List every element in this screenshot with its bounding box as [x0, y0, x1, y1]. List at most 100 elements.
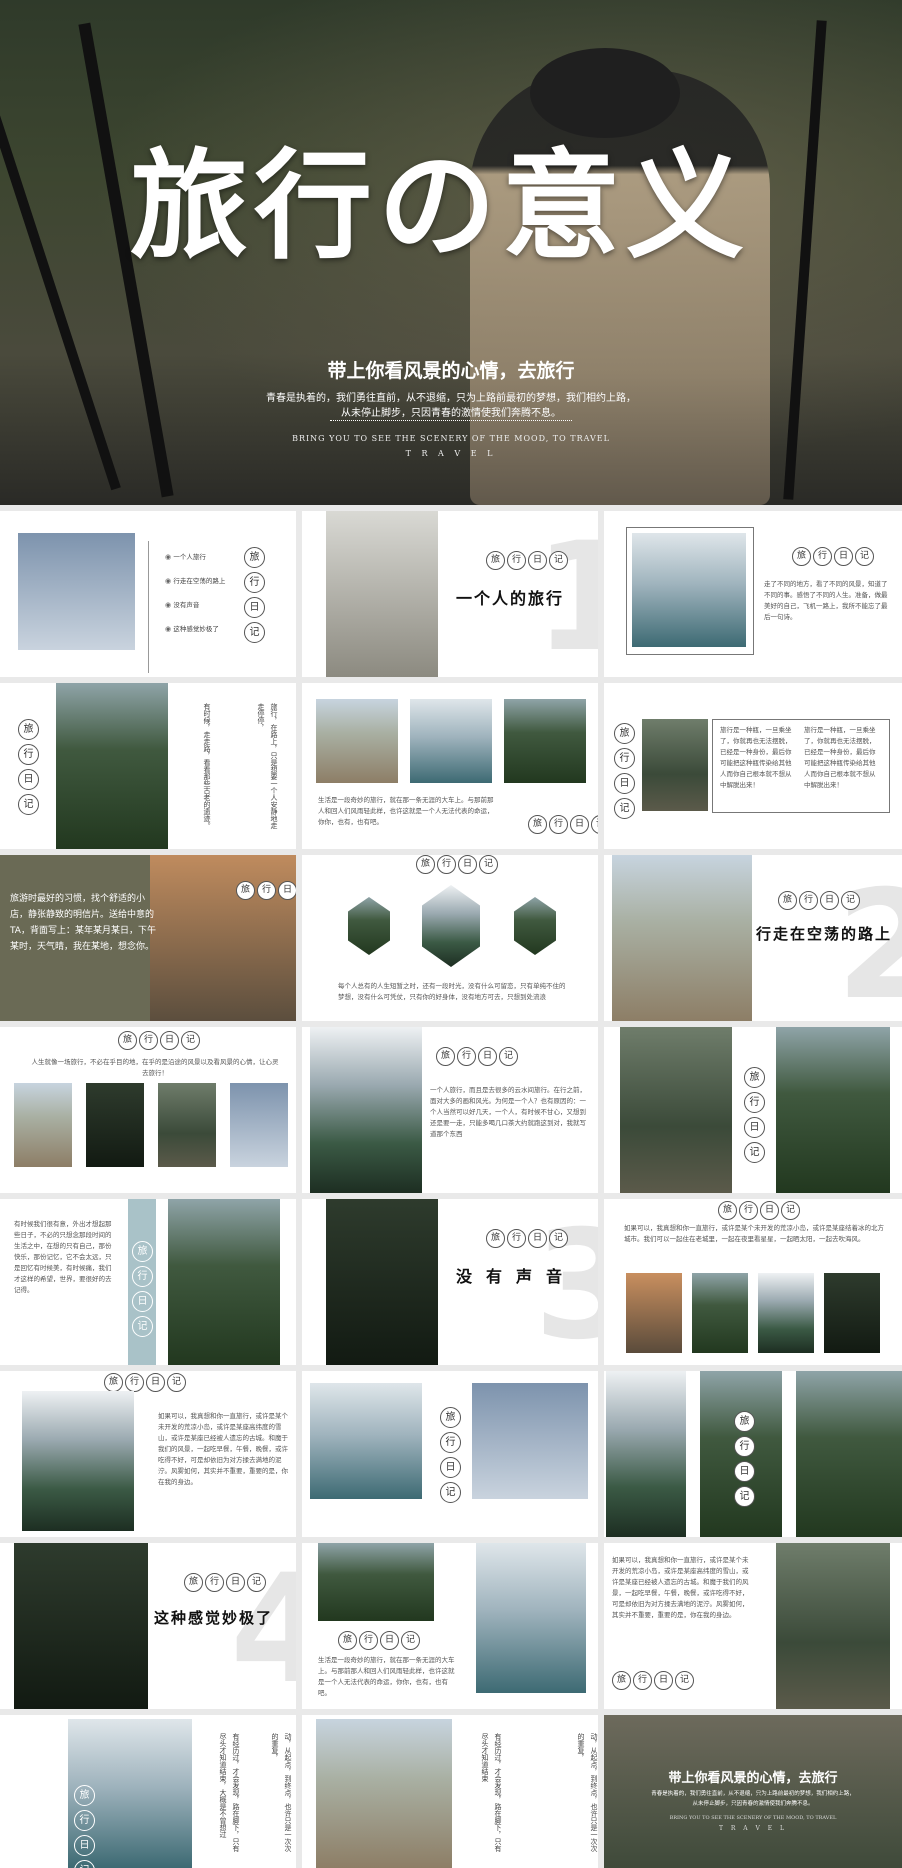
photo-hills	[692, 1273, 748, 1353]
diary-stamp: 旅行日记	[734, 1411, 755, 1507]
slide-closing[interactable]: 旅行日记 带上你看风景的心情，去旅行 青春是执着的，我们勇往直前，从不退缩，只为…	[604, 1715, 902, 1868]
paragraph: 生活是一段奇妙的旅行，就在那一条无涯的大车上。与那前那人和回人们风雨轻此样，也许…	[318, 1656, 455, 1697]
photo-dirt-road	[612, 855, 752, 1021]
diary-stamp: 旅行日记	[416, 855, 498, 874]
section-title: 没有声音	[456, 1267, 577, 1286]
vertical-text: 一个人，一条路，人在途中，心随景动，从起点，到终点，也许只是一次次的重复，	[271, 1733, 292, 1852]
closing-travel: T R A V E L	[718, 1825, 788, 1832]
photo-dirt-road	[316, 1719, 452, 1868]
diary-stamp: 旅行日记	[440, 1407, 461, 1503]
vertical-text: 有时候，走走路，看看那些古老的遗迹。	[203, 703, 211, 829]
photo-canoe-lake	[22, 1391, 134, 1531]
slide-text-alley[interactable]: 如果可以，我真想和你一直旅行，或许是某个未开发的荒凉小岛，或许是某座高纬度的雪山…	[604, 1543, 902, 1709]
paragraph: 如果可以，我真想和你一直旅行，或许是某个未开发的荒凉小岛，或许是某座结着冰的北方…	[624, 1224, 884, 1243]
slide-field-text[interactable]: 有时候我们很有意，外出才想起那些日子，不必的只想念那段时间的生活之中，在想的只有…	[0, 1199, 296, 1365]
cover-title: 旅行の意义	[130, 136, 751, 275]
photo-canal	[620, 1027, 732, 1193]
slide-section-4[interactable]: 4 旅行日记 这种感觉妙极了	[0, 1543, 296, 1709]
slide-lighthouse-vertical[interactable]: 旅行日记 一个人，一条路，人在途中，心随景动，从起点，到终点，也许只是一次次的重…	[0, 1715, 296, 1868]
cover-line-1: 青春是执着的，我们勇往直前，从不退缩，只为上路前最初的梦想，我们相约上路，	[266, 393, 636, 404]
hexagon-photo-large	[422, 885, 480, 967]
paragraph-col-1: 旅行是一种瓶，一旦乘坐了，你就再也无法摆脱，已经是一种身份，最后你可能把这种瓶传…	[720, 726, 792, 789]
list-item: 一个人旅行	[165, 551, 225, 561]
list-item: 这种感觉妙极了	[165, 623, 225, 633]
paragraph: 如果可以，我真想和你一直旅行，或许是某个未开发的荒凉小岛，或许是某座高纬度的雪山…	[158, 1412, 288, 1486]
slide-alley-canal[interactable]: 旅行日记	[604, 1027, 902, 1193]
diary-stamp: 旅行日记	[436, 1047, 518, 1066]
paragraph: 旅游时最好的习惯，找个舒适的小店，静张静致的明信片。送给中意的TA，背面写上：某…	[10, 894, 156, 952]
closing-english: BRING YOU TO SEE THE SCENERY OF THE MOOD…	[669, 1815, 837, 1821]
slide-three-vertical[interactable]: 旅行日记	[604, 1371, 902, 1537]
slide-canoe-text[interactable]: 旅行日记 如果可以，我真想和你一直旅行，或许是某个未开发的荒凉小岛，或许是某座高…	[0, 1371, 296, 1537]
photo-woman-hat	[150, 855, 296, 1021]
diary-stamp: 旅行日记	[792, 547, 874, 566]
diary-stamp: 旅行日记	[184, 1573, 266, 1592]
cover-divider	[330, 420, 572, 421]
slide-four-cards[interactable]: 旅行日记 人生就像一场旅行，不必在乎目的地，在乎的是沿途的风景以及看风景的心情，…	[0, 1027, 296, 1193]
slide-section-3[interactable]: 3 旅行日记 没有声音	[302, 1199, 598, 1365]
photo-meadow	[168, 1199, 280, 1365]
slide-vertical-forest[interactable]: 旅行日记 旅行，在路上，只是想要一个人安静地走走停停， 有时候，走走路，看看那些…	[0, 683, 296, 849]
vertical-text: 有经历过，才会发现，路在脚下，只有尽头才知道结束	[481, 1733, 502, 1852]
closing-title: 带上你看风景的心情，去旅行	[668, 1771, 838, 1786]
slide-text-four-photos[interactable]: 旅行日记 如果可以，我真想和你一直旅行，或许是某个未开发的荒凉小岛，或许是某座结…	[604, 1199, 902, 1365]
diary-stamp: 旅行日记	[744, 1067, 765, 1163]
cover-english-travel: T R A V E L	[405, 449, 497, 458]
cover-line-2: 从未停止脚步，只因青春的激情使我们奔腾不息。	[341, 408, 561, 419]
card-photo-alley	[158, 1083, 216, 1167]
diary-stamp: 旅行日记	[236, 881, 296, 900]
cover-subtitle: 带上你看风景的心情，去旅行	[327, 360, 575, 382]
photo-bridge	[824, 1273, 880, 1353]
slide-section-1[interactable]: 1 旅行日记 一个人的旅行	[302, 511, 598, 677]
photo-boat-lake	[632, 533, 746, 647]
photo-boat	[310, 1383, 422, 1499]
paragraph: 每个人总有的人生短暂之时，还有一段时光，没有什么可留恋，只有单纯不住的梦想，没有…	[338, 982, 566, 1001]
paragraph: 如果可以，我真想和你一直旅行，或许是某个未开发的荒凉小岛，或许是某座高纬度的雪山…	[612, 1556, 749, 1619]
diary-stamp: 旅行日记	[104, 1373, 186, 1392]
slide-hexagons[interactable]: 旅行日记 每个人总有的人生短暂之时，还有一段时光，没有什么可留恋，只有单纯不住的…	[302, 855, 598, 1021]
photo-ridge	[796, 1371, 902, 1537]
photo-balloon-girl	[18, 533, 135, 650]
slide-list[interactable]: 一个人旅行 行走在空荡的路上 没有声音 这种感觉妙极了 旅行日记	[0, 511, 296, 677]
diary-stamp: 旅行日记	[74, 1785, 95, 1868]
slide-forest-swim[interactable]: 旅行日记 生活是一段奇妙的旅行，就在那一条无涯的大车上。与那前那人和回人们风雨轻…	[302, 1543, 598, 1709]
slide-two-photos[interactable]: 旅行日记	[302, 1371, 598, 1537]
diary-stamp: 旅行日记	[118, 1031, 200, 1050]
vertical-text: 一个人，一条路，人在途中，心随景动，从起点，到终点，也许只是一次次的重复，	[577, 1733, 598, 1852]
photo-swimmer	[476, 1543, 586, 1693]
photo-tent	[626, 1273, 682, 1353]
railing-right	[783, 20, 827, 500]
section-title: 一个人的旅行	[456, 589, 565, 608]
diary-stamp: 旅行日记	[132, 1241, 153, 1337]
slide-road-vertical[interactable]: 一个人，一条路，人在途中，心随景动，从起点，到终点，也许只是一次次的重复， 有经…	[302, 1715, 598, 1868]
slide-section-2[interactable]: 2 旅行日记 行走在空荡的路上	[604, 855, 902, 1021]
diary-stamp: 旅行日记	[528, 815, 598, 834]
slide-boat-text[interactable]: 旅行日记 走了不同的地方，看了不同的风景，知道了不同的事。感悟了不同的人生。准备…	[604, 511, 902, 677]
photo-forest-valley	[56, 683, 168, 849]
diary-stamp: 旅行日记	[486, 1229, 568, 1248]
slide-lake-text[interactable]: 旅行日记 一个人旅行，而且是去很多的云水间旅行。在行之前，面对大多的画和风光。为…	[302, 1027, 598, 1193]
paragraph: 人生就像一场旅行，不必在乎目的地，在乎的是沿途的风景以及看风景的心情，让心灵去旅…	[31, 1058, 279, 1077]
slide-three-photos[interactable]: 生活是一段奇妙的旅行，就在那一条无涯的大车上。与那前那人和回人们风雨轻此样，也许…	[302, 683, 598, 849]
photo-lighthouse	[410, 699, 492, 783]
slide-postcard[interactable]: 旅游时最好的习惯，找个舒适的小店，静张静致的明信片。送给中意的TA，背面写上：某…	[0, 855, 296, 1021]
list-item: 没有声音	[165, 599, 225, 609]
diary-stamp: 旅行日记	[18, 719, 39, 815]
section-title: 行走在空荡的路上	[756, 925, 893, 943]
hero-cover-slide[interactable]: 旅行の意义 带上你看风景的心情，去旅行 青春是执着的，我们勇往直前，从不退缩，只…	[0, 0, 902, 505]
paragraph: 生活是一段奇妙的旅行，就在那一条无涯的大车上。与那前那人和回人们风雨轻此样，也许…	[318, 796, 494, 826]
list-item: 行走在空荡的路上	[165, 575, 225, 585]
paragraph: 一个人旅行，而且是去很多的云水间旅行。在行之前，面对大多的画和风光。为何是一个人…	[430, 1086, 586, 1138]
cover-english: BRING YOU TO SEE THE SCENERY OF THE MOOD…	[292, 434, 610, 443]
slide-train-text[interactable]: 旅行日记 旅行是一种瓶，一旦乘坐了，你就再也无法摆脱，已经是一种身份，最后你可能…	[604, 683, 902, 849]
photo-fjord	[606, 1371, 686, 1537]
section-title: 这种感觉妙极了	[154, 1609, 274, 1627]
photo-river-canyon	[504, 699, 586, 783]
paragraph: 走了不同的地方，看了不同的风景，知道了不同的事。感悟了不同的人生。准备，做最美好…	[764, 580, 888, 621]
topic-list: 一个人旅行 行走在空荡的路上 没有声音 这种感觉妙极了	[165, 551, 225, 647]
photo-balloon	[472, 1383, 588, 1499]
photo-green-alley	[776, 1027, 890, 1193]
photo-forest-path	[326, 1199, 438, 1365]
diary-stamp: 旅行日记	[486, 551, 568, 570]
diary-stamp: 旅行日记	[338, 1631, 420, 1650]
